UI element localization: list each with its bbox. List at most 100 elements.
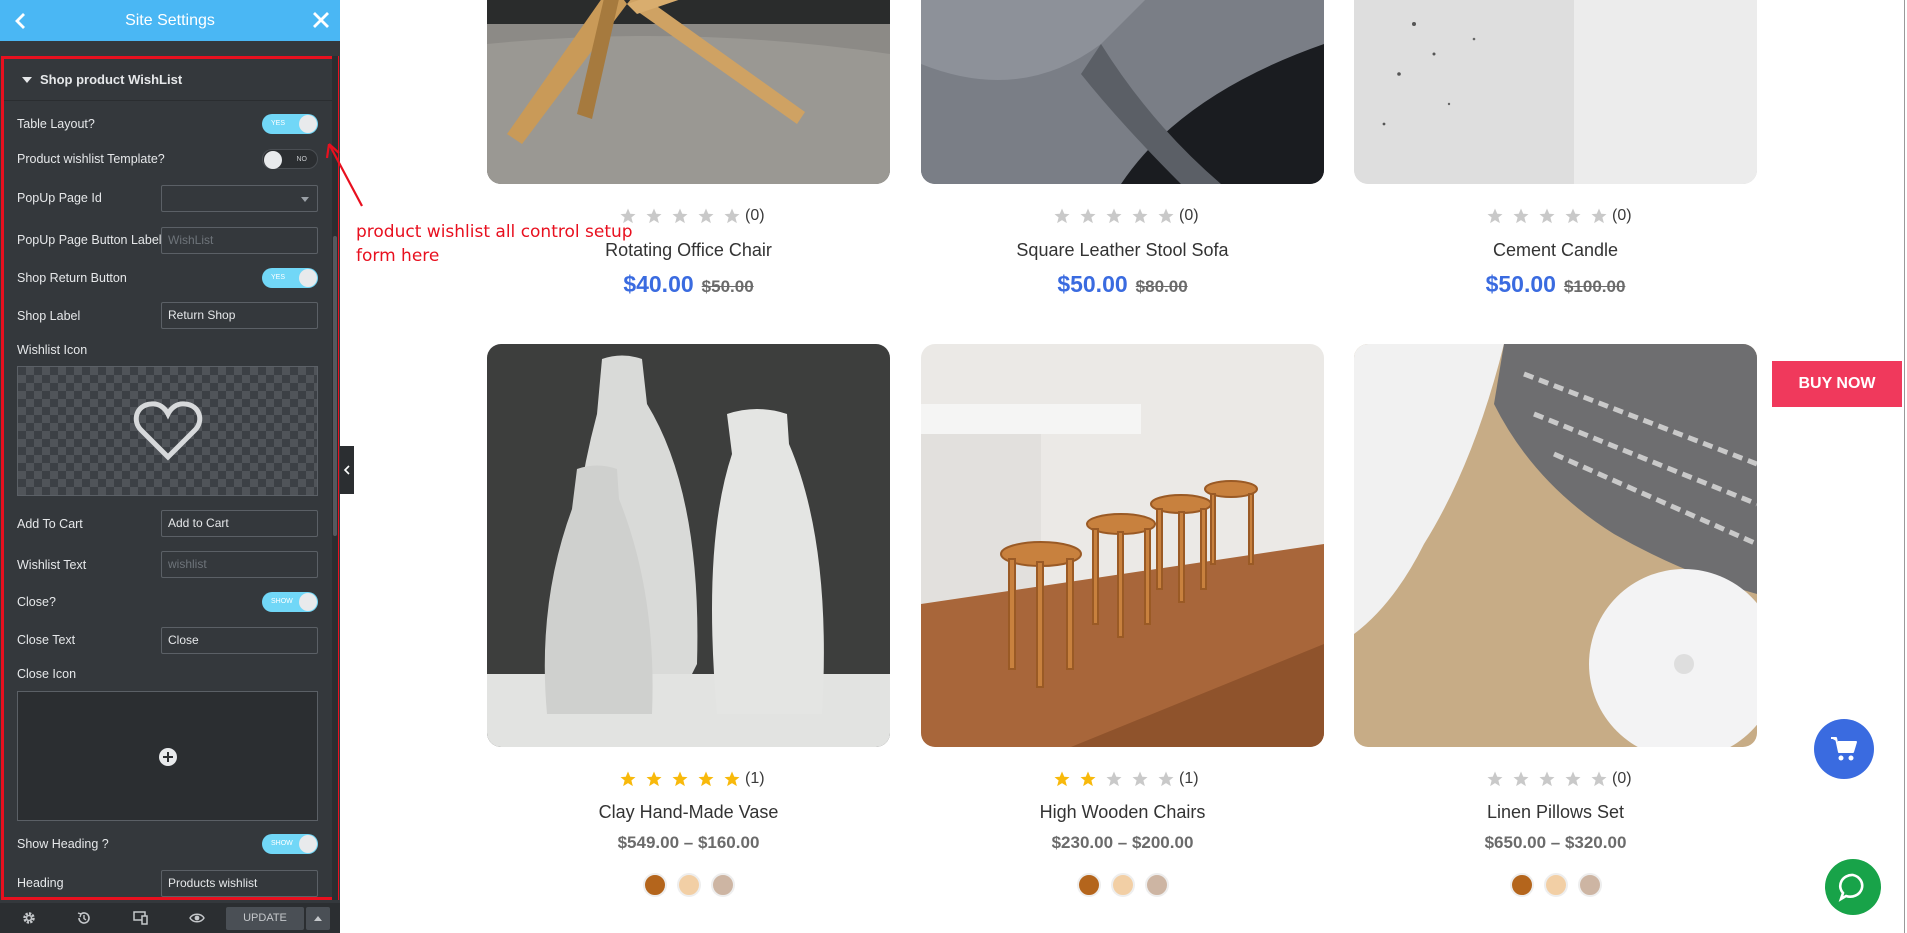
cement-candle-photo [1354, 0, 1757, 184]
product-image[interactable] [487, 344, 890, 747]
star-icon [1591, 208, 1607, 224]
wishlist-template-toggle[interactable]: NO [262, 149, 318, 169]
product-name[interactable]: Clay Hand-Made Vase [487, 802, 890, 823]
chevron-down-icon [301, 197, 309, 202]
heart-icon [133, 401, 203, 461]
star-icon [1591, 771, 1607, 787]
close-icon-picker[interactable] [17, 691, 318, 821]
site-settings-panel: Site Settings Shop product WishList Tabl… [0, 0, 340, 933]
product-name[interactable]: Rotating Office Chair [487, 240, 890, 261]
scrollbar-thumb[interactable] [333, 236, 337, 536]
rating-stars: (0) [1051, 206, 1199, 226]
product-name[interactable]: Square Leather Stool Sofa [921, 240, 1324, 261]
add-to-cart-label: Add To Cart [17, 517, 83, 531]
star-icon [646, 208, 662, 224]
star-icon [1565, 771, 1581, 787]
product-name[interactable]: Linen Pillows Set [1354, 802, 1757, 823]
product-name[interactable]: Cement Candle [1354, 240, 1757, 261]
color-swatch[interactable] [1543, 873, 1568, 897]
star-icon [1132, 208, 1148, 224]
star-icon [1539, 771, 1555, 787]
toggle-state: SHOW [271, 840, 293, 847]
collapse-panel-button[interactable] [340, 446, 354, 494]
plus-circle-icon[interactable] [158, 747, 178, 767]
star-icon [1054, 208, 1070, 224]
popup-button-label-label: PopUp Page Button Label [17, 233, 162, 247]
toggle-state: SHOW [271, 598, 293, 605]
show-heading-toggle[interactable]: SHOW [262, 834, 318, 854]
color-swatch[interactable] [1144, 873, 1169, 897]
leather-sofa-photo [921, 0, 1324, 184]
show-heading-label: Show Heading ? [17, 837, 109, 851]
regular-price: $50.00 [701, 277, 754, 296]
sale-price: $50.00 [1485, 271, 1556, 297]
star-icon [1158, 771, 1174, 787]
rating-count: (0) [1612, 770, 1632, 787]
buy-now-button[interactable]: BUY NOW [1772, 361, 1902, 407]
color-swatch[interactable] [642, 873, 667, 897]
star-icon [1513, 208, 1529, 224]
star-icon [724, 208, 740, 224]
close-text-input[interactable]: Close [161, 627, 318, 654]
star-icon [1158, 208, 1174, 224]
wishlist-icon-picker[interactable] [17, 366, 318, 496]
product-image[interactable] [1354, 0, 1757, 184]
close-icon[interactable] [310, 9, 332, 31]
star-icon [698, 208, 714, 224]
shop-return-button-toggle[interactable]: YES [262, 268, 318, 288]
product-image[interactable] [487, 0, 890, 184]
history-icon[interactable] [76, 910, 92, 926]
toggle-knob [299, 115, 317, 133]
star-icon [1487, 771, 1503, 787]
color-swatch[interactable] [1076, 873, 1101, 897]
color-swatch[interactable] [1110, 873, 1135, 897]
popup-page-id-select[interactable] [161, 185, 318, 212]
star-icon [1539, 208, 1555, 224]
product-image[interactable] [921, 0, 1324, 184]
responsive-icon[interactable] [133, 910, 149, 926]
caret-down-icon [22, 77, 32, 83]
toggle-knob [299, 593, 317, 611]
star-icon [672, 771, 688, 787]
wishlist-text-input[interactable]: wishlist [161, 551, 318, 578]
shop-label-input[interactable]: Return Shop [161, 302, 318, 329]
star-icon [1487, 208, 1503, 224]
update-button[interactable]: UPDATE [226, 907, 304, 930]
product-image[interactable] [1354, 344, 1757, 747]
rating-stars: (0) [617, 206, 765, 226]
wishlist-text-label: Wishlist Text [17, 558, 87, 572]
color-swatch[interactable] [1509, 873, 1534, 897]
color-swatch[interactable] [710, 873, 735, 897]
update-options-button[interactable] [306, 907, 330, 930]
chevron-left-icon [343, 465, 350, 475]
cart-button[interactable] [1814, 719, 1874, 779]
popup-button-label-input[interactable]: WishList [161, 227, 318, 254]
annotation-arrow [325, 143, 363, 207]
eye-icon[interactable] [189, 910, 205, 926]
color-swatch[interactable] [676, 873, 701, 897]
star-icon [1054, 771, 1070, 787]
office-chair-photo [487, 0, 890, 184]
rating-count: (0) [745, 207, 765, 224]
chat-button[interactable] [1825, 859, 1881, 915]
star-icon [1132, 771, 1148, 787]
color-swatches [921, 873, 1324, 897]
cart-icon [1831, 737, 1857, 761]
close-text-label: Close Text [17, 633, 76, 647]
add-to-cart-input[interactable]: Add to Cart [161, 510, 318, 537]
star-icon [1106, 771, 1122, 787]
panel-header: Site Settings [0, 0, 340, 41]
color-swatch[interactable] [1577, 873, 1602, 897]
rating-count: (0) [1612, 207, 1632, 224]
gear-icon[interactable] [21, 910, 37, 926]
heading-input[interactable]: Products wishlist [161, 870, 318, 897]
section-header[interactable]: Shop product WishList [4, 59, 336, 101]
close-toggle[interactable]: SHOW [262, 592, 318, 612]
panel-title: Site Settings [125, 12, 215, 29]
star-icon [1565, 208, 1581, 224]
table-layout-toggle[interactable]: YES [262, 114, 318, 134]
product-image[interactable] [921, 344, 1324, 747]
star-icon [672, 208, 688, 224]
product-name[interactable]: High Wooden Chairs [921, 802, 1324, 823]
star-icon [620, 208, 636, 224]
